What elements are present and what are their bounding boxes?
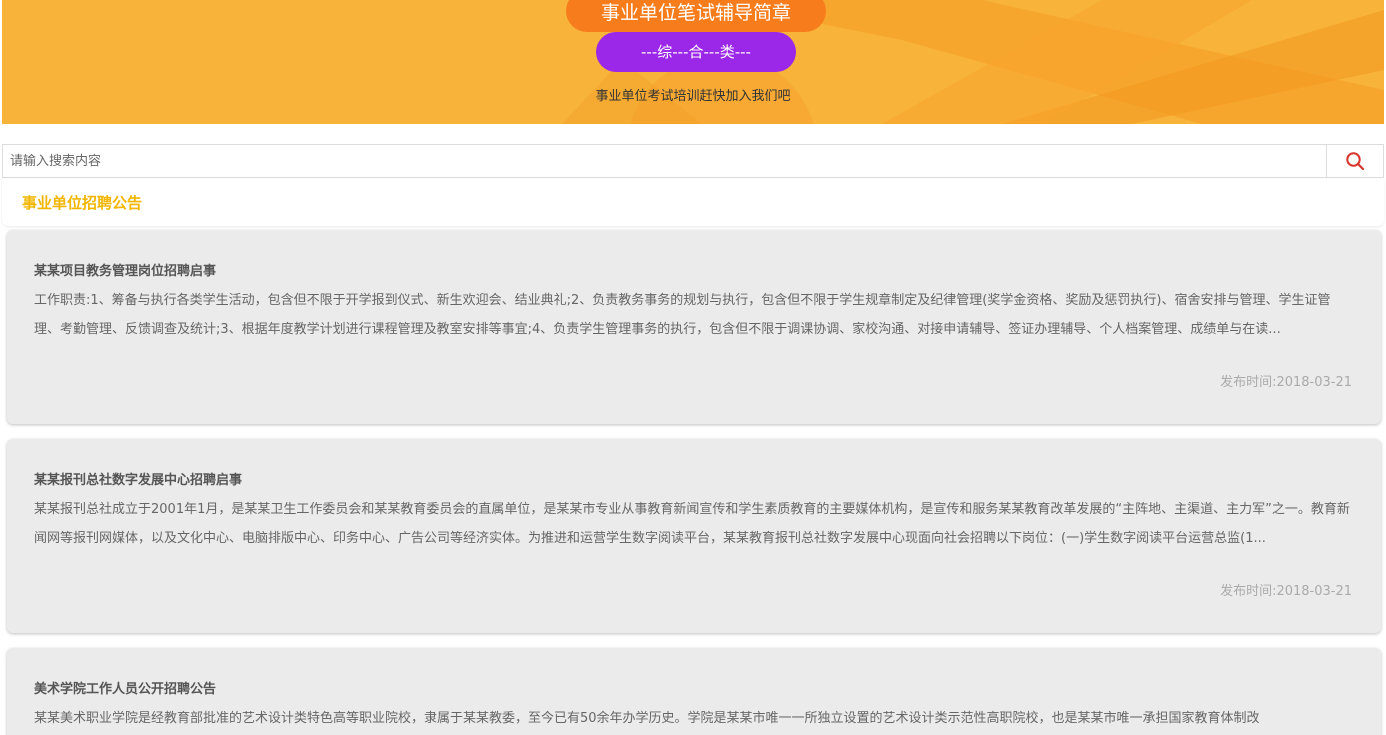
article-date: 发布时间:2018-03-21 <box>1220 375 1352 390</box>
article-title[interactable]: 某某报刊总社数字发展中心招聘启事 <box>34 467 1355 495</box>
banner-slogan: 事业单位考试培训赶快加入我们吧 <box>595 89 791 104</box>
article-card[interactable]: 某某项目教务管理岗位招聘启事 工作职责:1、筹备与执行各类学生活动，包含但不限于… <box>7 230 1381 424</box>
search-button[interactable] <box>1326 145 1383 177</box>
article-card[interactable]: 美术学院工作人员公开招聘公告 某某美术职业学院是经教育部批准的艺术设计类特色高等… <box>7 648 1381 735</box>
section-title: 事业单位招聘公告 <box>22 194 143 212</box>
search-icon <box>1346 152 1365 171</box>
article-date: 发布时间:2018-03-21 <box>1220 584 1352 599</box>
category-badge[interactable]: ---综---合---类--- <box>596 32 796 72</box>
article-card[interactable]: 某某报刊总社数字发展中心招聘启事 某某报刊总社成立于2001年1月，是某某卫生工… <box>7 439 1381 633</box>
article-summary: 某某美术职业学院是经教育部批准的艺术设计类特色高等职业院校，隶属于某某教委，至今… <box>34 711 1260 726</box>
promo-banner[interactable]: 事业单位笔试辅导简章 ---综---合---类--- 事业单位考试培训赶快加入我… <box>2 0 1384 124</box>
search-input[interactable] <box>3 145 1323 177</box>
article-summary: 工作职责:1、筹备与执行各类学生活动，包含但不限于开学报到仪式、新生欢迎会、结业… <box>34 293 1331 337</box>
banner-title: 事业单位笔试辅导简章 <box>566 0 826 32</box>
page: 事业单位笔试辅导简章 ---综---合---类--- 事业单位考试培训赶快加入我… <box>0 0 1386 735</box>
article-summary: 某某报刊总社成立于2001年1月，是某某卫生工作委员会和某某教育委员会的直属单位… <box>34 502 1350 546</box>
section-header: 事业单位招聘公告 <box>2 178 1384 226</box>
article-title[interactable]: 美术学院工作人员公开招聘公告 <box>34 676 1355 704</box>
search-bar <box>2 144 1384 178</box>
article-title[interactable]: 某某项目教务管理岗位招聘启事 <box>34 258 1355 286</box>
